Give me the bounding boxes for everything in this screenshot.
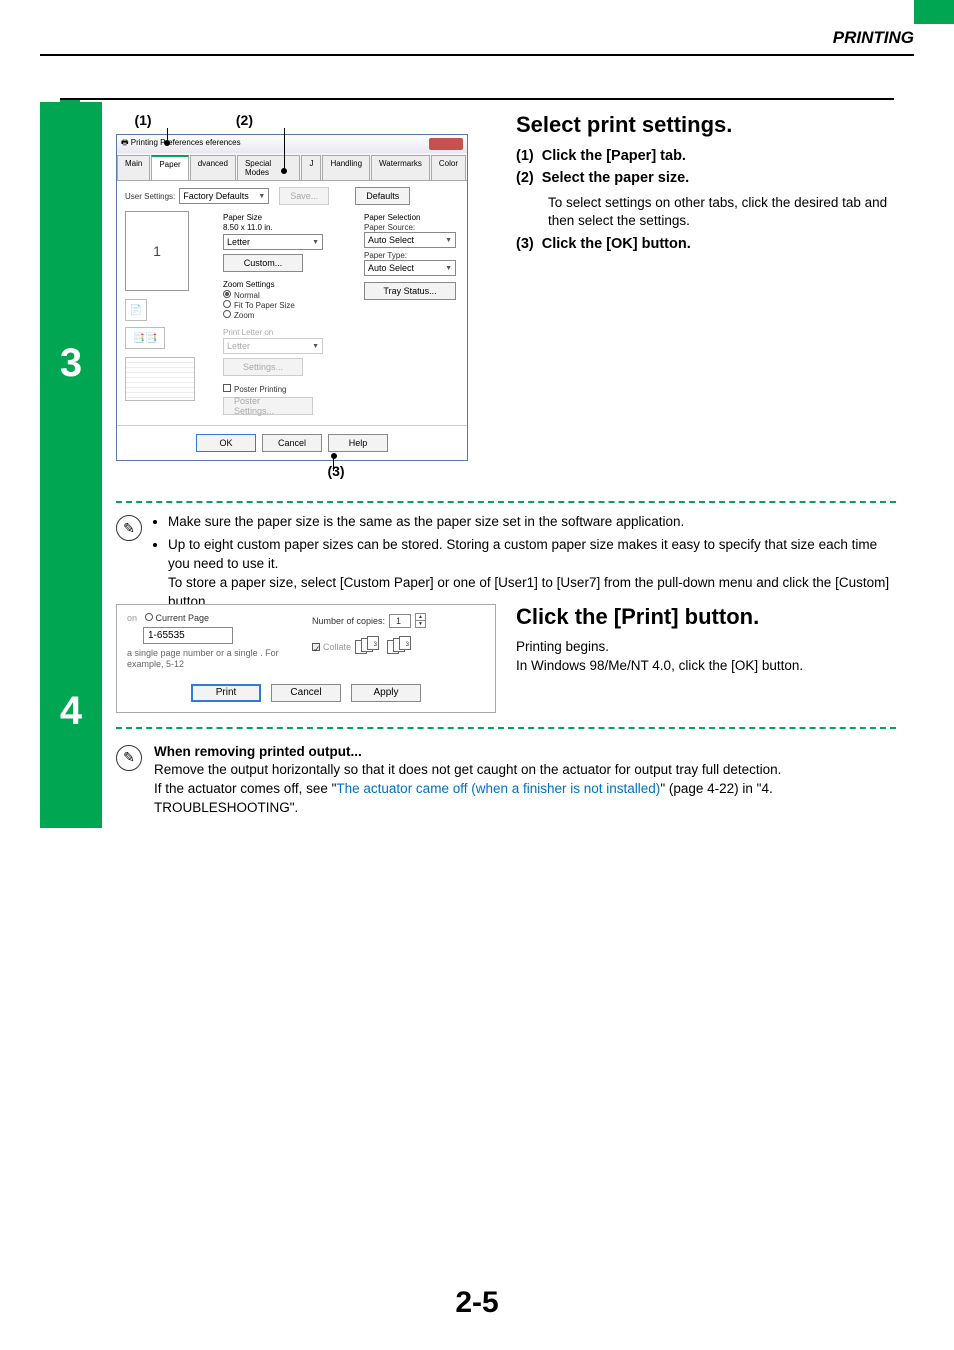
tab-handling[interactable]: Handling [322, 155, 370, 180]
settings-button: Settings... [223, 358, 303, 376]
inst-text: Click the [OK] button. [542, 236, 691, 252]
note-bullet: Make sure the paper size is the same as … [168, 513, 896, 532]
defaults-button[interactable]: Defaults [355, 187, 410, 205]
note-line: Remove the output horizontally so that i… [154, 761, 896, 780]
apply-button[interactable]: Apply [351, 684, 421, 702]
printer-icon [125, 357, 195, 401]
chevron-down-icon: ▼ [445, 237, 452, 244]
spinner-up-icon[interactable]: ▲ [416, 614, 425, 621]
note-line: If the actuator comes off, see "The actu… [154, 780, 896, 818]
header-accent [914, 0, 954, 24]
paper-size-dim: 8.50 x 11.0 in. [223, 223, 356, 234]
cancel-button[interactable]: Cancel [271, 684, 341, 702]
inst-text: Select the paper size. [542, 170, 689, 186]
poster-settings-button: Poster Settings... [223, 397, 313, 415]
frag: on [127, 613, 137, 623]
inst-sub: To select settings on other tabs, click … [516, 194, 896, 230]
user-settings-label: User Settings: [125, 192, 175, 201]
print-dialog: on Current Page 1-65535 a single page nu… [116, 604, 496, 713]
inst-num: (2) [516, 170, 534, 186]
callout-3: (3) [316, 463, 356, 479]
print-on-label: Print Letter on [223, 326, 356, 338]
inst-num: (3) [516, 236, 534, 252]
step4-title: Click the [Print] button. [516, 604, 896, 630]
paper-type-combo[interactable]: Auto Select▼ [364, 260, 456, 276]
callout-2: (2) [174, 112, 314, 128]
collate-icon: 123 [387, 636, 415, 658]
save-button[interactable]: Save... [279, 187, 329, 205]
user-settings-combo[interactable]: Factory Defaults▼ [179, 188, 269, 204]
duplex-icon: 📑📑 [125, 327, 165, 349]
printing-preferences-dialog: 🖶 Printing Preferences eferences Main Pa… [116, 134, 468, 461]
troubleshooting-link[interactable]: The actuator came off (when a finisher i… [336, 781, 660, 796]
print-on-combo: Letter▼ [223, 338, 323, 354]
step-4: 4 on Current Page 1-65535 a single page … [40, 594, 914, 828]
note-body: When removing printed output... Remove t… [154, 743, 896, 819]
tab-main[interactable]: Main [117, 155, 150, 180]
copies-input[interactable]: 1 [389, 614, 411, 628]
cancel-button[interactable]: Cancel [262, 434, 322, 452]
chevron-down-icon: ▼ [258, 193, 265, 200]
preview-pane: 1 📄 📑📑 [125, 211, 215, 415]
step-number: 4 [40, 594, 102, 828]
radio-fit[interactable] [223, 300, 231, 308]
tab-bar: Main Paper dvanced Special Modes J Handl… [117, 153, 467, 181]
inst-text: Click the [Paper] tab. [542, 148, 686, 164]
inst-num: (1) [516, 148, 534, 164]
paper-size-label: Paper Size [223, 211, 356, 223]
note-icon: ✎ [116, 745, 142, 771]
collate-icon: 123 [355, 636, 383, 658]
paper-source-label: Paper Source: [364, 223, 459, 232]
callout-1: (1) [116, 112, 170, 128]
tab-color[interactable]: Color [431, 155, 466, 180]
close-icon[interactable] [429, 138, 463, 150]
step4-text: Printing begins. [516, 638, 896, 657]
radio-current-page[interactable] [145, 613, 153, 621]
zoom-label: Zoom Settings [223, 278, 356, 290]
page-range-hint: a single page number or a single . For e… [127, 648, 300, 670]
note-icon: ✎ [116, 515, 142, 541]
callouts: (1) (2) [116, 112, 496, 132]
radio-normal[interactable] [223, 290, 231, 298]
divider-dashed [116, 727, 896, 729]
copies-label: Number of copies: [312, 616, 385, 626]
poster-checkbox[interactable] [223, 384, 231, 392]
paper-selection-label: Paper Selection [364, 211, 459, 223]
chevron-down-icon: ▼ [445, 265, 452, 272]
tray-status-button[interactable]: Tray Status... [364, 282, 456, 300]
divider [40, 54, 914, 56]
page-range-input[interactable]: 1-65535 [143, 627, 233, 644]
page-number: 2-5 [0, 1286, 954, 1320]
spinner-down-icon[interactable]: ▼ [416, 621, 425, 627]
paper-size-combo[interactable]: Letter▼ [223, 234, 323, 250]
paper-type-label: Paper Type: [364, 251, 459, 260]
tab-special[interactable]: Special Modes [237, 155, 301, 180]
ok-button[interactable]: OK [196, 434, 256, 452]
custom-button[interactable]: Custom... [223, 254, 303, 272]
preview-page: 1 [125, 211, 189, 291]
paper-source-combo[interactable]: Auto Select▼ [364, 232, 456, 248]
tab-advanced[interactable]: dvanced [190, 155, 236, 180]
print-button[interactable]: Print [191, 684, 261, 702]
orientation-icon: 📄 [125, 299, 147, 321]
collate-checkbox: ✓ [312, 643, 320, 651]
step-3: 3 (1) (2) 🖶 Printing Preferences eferenc… [40, 102, 914, 625]
tab-job[interactable]: J [301, 155, 321, 180]
note-heading: When removing printed output... [154, 743, 896, 762]
step3-title: Select print settings. [516, 112, 896, 138]
divider-dashed [116, 501, 896, 503]
step-number: 3 [40, 102, 102, 625]
title-frag: eferences [206, 138, 241, 147]
help-button[interactable]: Help [328, 434, 388, 452]
step4-text: In Windows 98/Me/NT 4.0, click the [OK] … [516, 657, 896, 676]
tab-watermarks[interactable]: Watermarks [371, 155, 430, 180]
page-header: PRINTING [833, 28, 914, 48]
tab-paper[interactable]: Paper [151, 155, 188, 180]
divider [60, 98, 894, 100]
radio-zoom[interactable] [223, 310, 231, 318]
chevron-down-icon: ▼ [312, 239, 319, 246]
